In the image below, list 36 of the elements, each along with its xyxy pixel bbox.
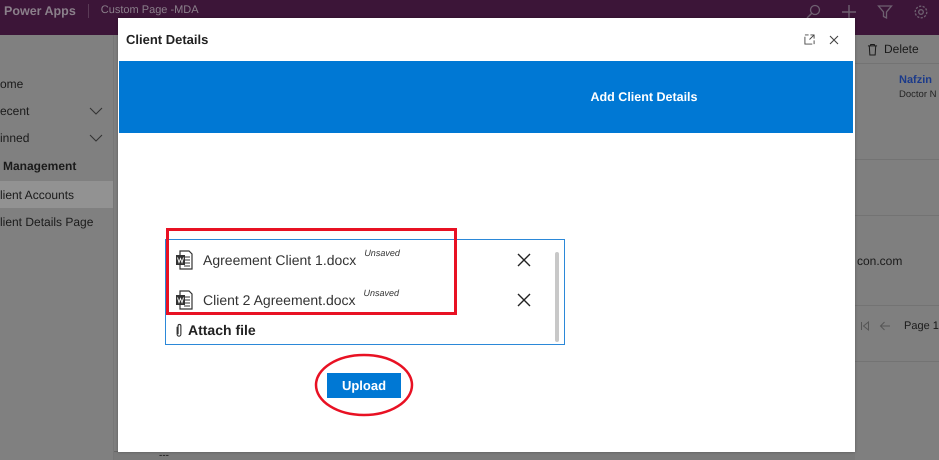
sidebar-item[interactable]: ome — [0, 70, 113, 97]
sidebar-item[interactable]: ecent — [0, 97, 113, 124]
page-title: Custom Page -MDA — [100, 4, 199, 17]
sidebar-item[interactable]: inned — [0, 124, 113, 151]
settings-icon[interactable] — [913, 4, 929, 20]
record-name[interactable]: Nafzin — [899, 74, 932, 86]
page-number: Page 1 — [904, 320, 939, 332]
file-name: Client 2 Agreement.docx — [203, 292, 356, 308]
upload-button[interactable]: Upload — [327, 372, 401, 398]
attach-file-button[interactable]: Attach file — [175, 320, 256, 338]
email-text: con.com — [857, 254, 902, 268]
chevron-down-icon — [89, 106, 103, 114]
filter-icon[interactable] — [877, 4, 893, 20]
scrollbar[interactable] — [555, 252, 559, 342]
plus-icon[interactable] — [841, 4, 857, 20]
banner-title: Add Client Details — [590, 90, 698, 104]
app-name: Power Apps — [4, 4, 76, 18]
paperclip-icon — [175, 322, 183, 338]
file-status: Unsaved — [364, 248, 400, 258]
chevron-down-icon — [89, 134, 103, 142]
close-icon[interactable] — [829, 34, 839, 44]
word-document-icon — [175, 290, 193, 310]
remove-icon[interactable] — [517, 293, 531, 307]
sidebar-item[interactable]: lient Details Page — [0, 208, 113, 235]
file-status: Unsaved — [364, 288, 400, 298]
sidebar-item[interactable]: lient Accounts — [0, 181, 113, 208]
file-name: Agreement Client 1.docx — [203, 252, 356, 268]
delete-button[interactable]: Delete — [855, 42, 919, 56]
search-icon[interactable] — [805, 4, 821, 20]
remove-icon[interactable] — [517, 253, 531, 267]
sidebar-item[interactable]: Management — [0, 151, 113, 181]
record-subtitle: Doctor N — [899, 89, 936, 100]
dialog-title: Client Details — [126, 32, 208, 47]
expand-icon[interactable] — [804, 34, 815, 45]
word-document-icon — [175, 250, 193, 270]
trash-icon — [867, 42, 878, 56]
